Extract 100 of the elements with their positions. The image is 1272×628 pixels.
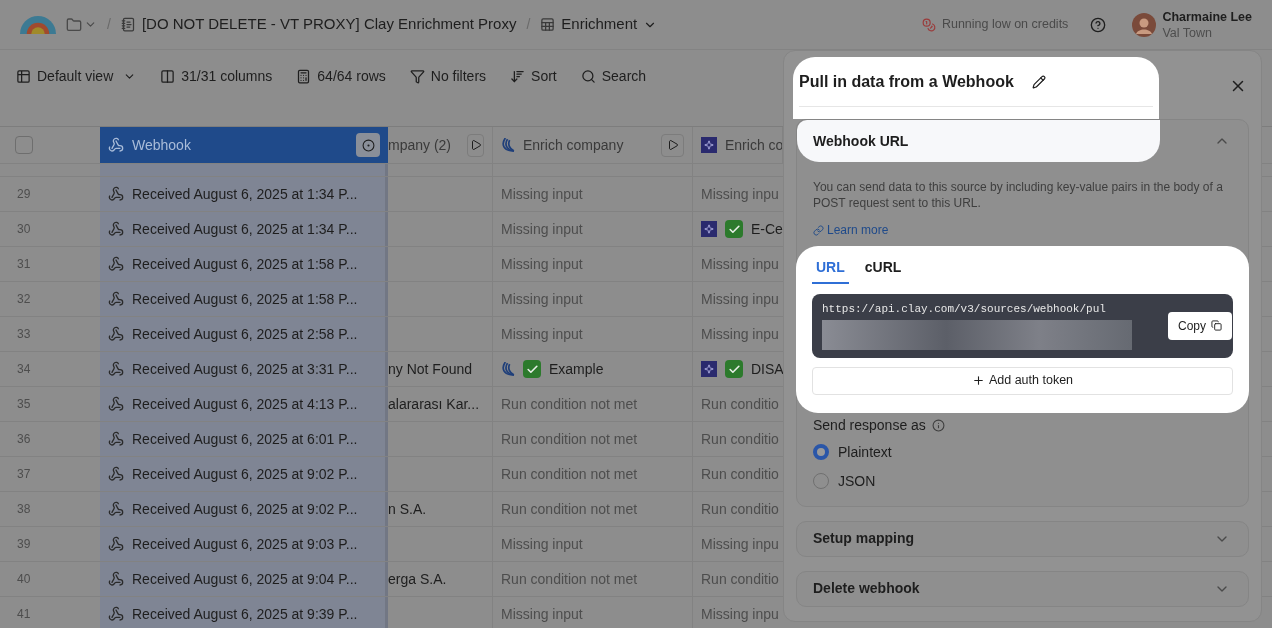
table-cell-text: Received August 6, 2025 at 2:58 P... — [132, 324, 358, 344]
webhook-icon — [108, 431, 124, 447]
column-header[interactable]: mpany (2) — [388, 127, 493, 163]
table-cell-text: Run conditio — [701, 394, 779, 414]
toolbar-button[interactable]: Search — [580, 65, 647, 87]
link-icon — [813, 224, 824, 236]
coins-icon — [921, 17, 936, 32]
rainbow-logo-icon — [20, 15, 56, 34]
toolbar-button[interactable]: 64/64 rows — [296, 65, 386, 87]
credits-warning[interactable]: Running low on credits — [921, 15, 1069, 34]
checkmark-icon — [725, 220, 743, 238]
table-cell-text: Run condition not met — [501, 464, 638, 484]
table-cell-text: Run condition not met — [501, 429, 638, 449]
learn-more-link[interactable]: Learn more — [813, 221, 889, 239]
webhook-icon — [108, 361, 124, 377]
table-cell-text: Received August 6, 2025 at 6:01 P... — [132, 429, 358, 449]
help-icon[interactable] — [1090, 16, 1107, 33]
settings-button[interactable] — [356, 133, 380, 157]
run-button[interactable] — [661, 133, 684, 157]
table-cell-text: ny Not Found — [388, 359, 473, 379]
row-number: 31 — [17, 256, 31, 273]
table-cell-text: n S.A. — [388, 499, 427, 519]
table-cell-text: Received August 6, 2025 at 1:34 P... — [132, 219, 358, 239]
table-cell-text: Missing input — [501, 184, 583, 204]
row-number: 34 — [17, 361, 31, 378]
table-cell-text: Received August 6, 2025 at 1:58 P... — [132, 289, 358, 309]
table-cell-text: Missing inpu — [701, 324, 779, 344]
url-tab[interactable]: URL — [812, 253, 849, 284]
copy-button[interactable]: Copy — [1168, 311, 1232, 340]
workbook-breadcrumb[interactable]: [DO NOT DELETE - VT PROXY] Clay Enrichment Proxy — [120, 13, 517, 36]
table-cell-text: Missing input — [501, 604, 583, 624]
row-number: 36 — [17, 431, 31, 448]
table-cell-text: Run condition not met — [501, 499, 638, 519]
folder-icon — [66, 16, 82, 33]
sparkle-logo-icon — [701, 137, 717, 153]
toolbar-button[interactable]: No filters — [409, 65, 487, 87]
section-title[interactable]: Webhook URL — [813, 130, 909, 152]
sparkle-logo-icon — [701, 221, 717, 237]
select-all-checkbox[interactable] — [15, 136, 33, 154]
webhook-icon — [108, 221, 124, 237]
toolbar-button[interactable]: Sort — [510, 65, 557, 87]
row-number: 39 — [17, 536, 31, 553]
fan-logo-icon — [501, 362, 515, 376]
webhook-icon — [108, 256, 124, 272]
target-icon — [361, 138, 375, 152]
column-header[interactable]: Webhook — [100, 127, 388, 163]
webhook-icon — [108, 396, 124, 412]
search-icon — [580, 68, 596, 84]
column-header[interactable]: Enrich company — [493, 127, 693, 163]
webhook-icon — [108, 536, 124, 552]
webhook-icon — [108, 606, 124, 622]
notebook-icon — [120, 17, 136, 32]
webhook-icon — [108, 291, 124, 307]
run-button[interactable] — [467, 133, 484, 157]
play-icon — [469, 139, 482, 151]
table-cell-text: Run conditio — [701, 464, 779, 484]
add-auth-token-button[interactable]: Add auth token — [812, 366, 1233, 395]
table-cell-text: Run conditio — [701, 569, 779, 589]
webhook-icon — [108, 466, 124, 482]
folder-menu-button[interactable] — [66, 16, 97, 33]
row-number: 33 — [17, 326, 31, 343]
toolbar-button[interactable]: 31/31 columns — [160, 65, 273, 87]
row-number: 37 — [17, 466, 31, 483]
breadcrumb-separator: / — [526, 15, 531, 34]
radio-button[interactable] — [813, 444, 829, 460]
table-cell-text: Received August 6, 2025 at 9:04 P... — [132, 569, 358, 589]
table-cell-text: Missing input — [501, 219, 583, 239]
table-cell-text: Missing inpu — [701, 289, 779, 309]
row-number: 40 — [17, 571, 31, 588]
table-cell-text: Missing inpu — [701, 534, 779, 554]
radio-label[interactable]: Plaintext — [838, 441, 892, 463]
table-cell-text: Received August 6, 2025 at 1:34 P... — [132, 184, 358, 204]
calculator-icon — [296, 68, 312, 84]
description-text: You can send data to this source by including key-value pairs in the body of a POST request sent to this URL. — [812, 179, 1224, 211]
response-label: Send response as — [813, 415, 926, 435]
section-title[interactable]: Delete webhook — [813, 578, 920, 599]
row-number: 32 — [17, 291, 31, 308]
table-cell-text: alararası Kar... — [388, 394, 480, 414]
table-cell-text: Missing inpu — [701, 604, 779, 624]
edit-icon[interactable] — [1031, 75, 1046, 89]
user-name: Charmaine Lee — [1162, 8, 1252, 25]
checkmark-icon — [725, 360, 743, 378]
panel-title: Pull in data from a Webhook — [799, 72, 1014, 92]
table-cell-text: Received August 6, 2025 at 9:03 P... — [132, 534, 358, 554]
toolbar-button[interactable]: Default view — [16, 65, 137, 87]
info-icon[interactable] — [931, 418, 945, 432]
table-breadcrumb[interactable]: Enrichment — [540, 13, 658, 36]
row-number: 30 — [17, 221, 31, 238]
table-icon — [540, 17, 556, 32]
table-cell-text: Received August 6, 2025 at 9:02 P... — [132, 499, 358, 519]
avatar-icon[interactable] — [1132, 12, 1157, 37]
columns-icon — [160, 68, 176, 84]
table-cell-text: Missing input — [501, 324, 583, 344]
table-cell-text: Missing input — [501, 534, 583, 554]
section-title[interactable]: Setup mapping — [813, 528, 915, 549]
row-number: 29 — [17, 186, 31, 203]
webhook-icon — [108, 571, 124, 587]
url-tab[interactable]: cURL — [860, 253, 906, 284]
radio-label[interactable]: JSON — [838, 470, 876, 492]
row-number: 41 — [17, 606, 31, 623]
